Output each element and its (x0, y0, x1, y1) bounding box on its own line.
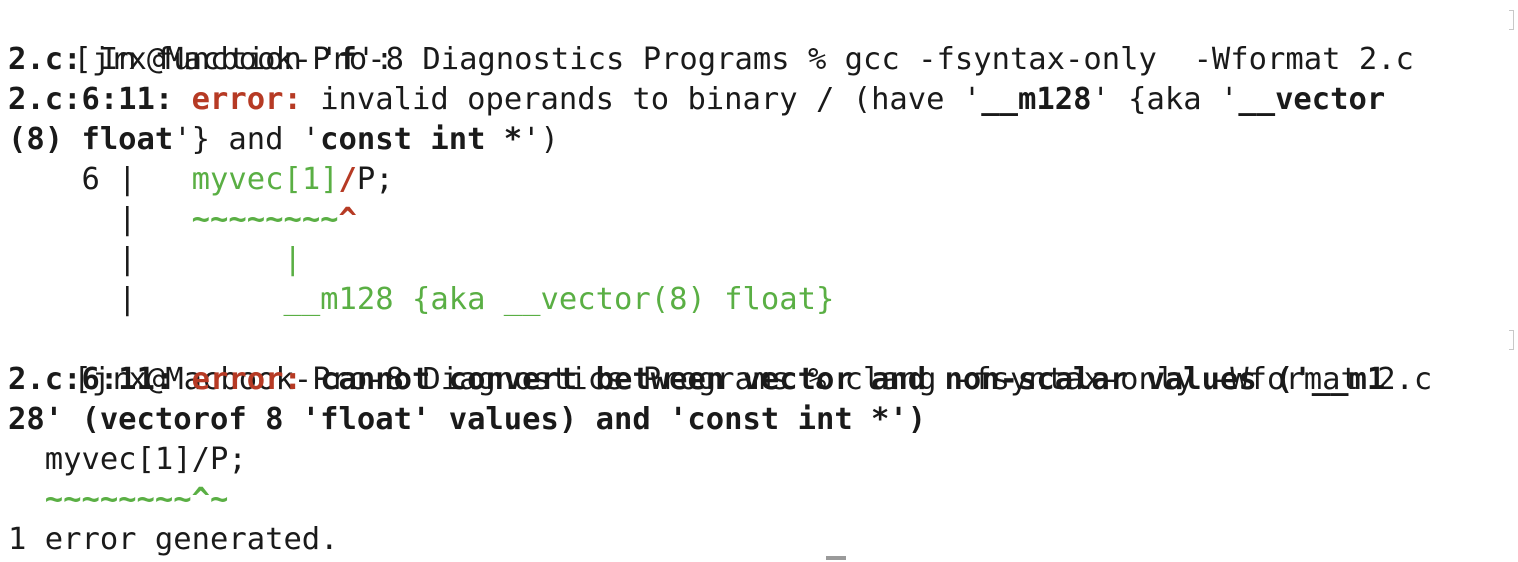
gcc-error-location: 2.c:6:11: (8, 82, 174, 117)
clang-caret-line: ~~~~~~~~^~ (8, 480, 229, 520)
gcc-label-line: | __m128 {aka __vector(8) float} (8, 280, 834, 320)
gcc-error-line: 2.c:6:11: error: invalid operands to bin… (8, 80, 1385, 120)
gcc-source-gutter: 6 | (8, 162, 192, 197)
gcc-caret-line: | ~~~~~~~~^ (8, 200, 357, 240)
gcc-function-name: f (338, 42, 357, 77)
terminal-window[interactable]: [jrx@Macbook-Pro-8 Diagnostics Programs … (0, 0, 1518, 562)
clang-caret-text: ~~~~~~~~^~ (8, 482, 229, 517)
gcc-error-cont-text-1: '} and ' (173, 122, 321, 157)
gcc-source-lhs: myvec[1] (191, 162, 339, 197)
clang-source-line: myvec[1]/P; (8, 440, 247, 480)
gcc-error-cont-text-2: ') (522, 122, 559, 157)
gcc-error-text-1: invalid operands to binary / (have ' (301, 82, 982, 117)
clang-error-cont-text: 28' (vectorof 8 'float' values) and 'con… (8, 402, 927, 437)
gcc-caret-gutter: | (8, 202, 192, 237)
cursor-icon (826, 556, 846, 560)
clang-error-line: 2.c:6:11: error: cannot convert between … (8, 360, 1385, 400)
clang-source-text: myvec[1]/P; (8, 442, 247, 477)
clang-error-keyword: error: (191, 362, 302, 397)
gcc-source-line: 6 | myvec[1]/P; (8, 160, 394, 200)
gcc-pipe-gutter: | (8, 242, 284, 277)
gcc-error-cont-type-2: const int * (320, 122, 523, 157)
gcc-error-text-2: ' {aka ' (1091, 82, 1239, 117)
gcc-command-line: [jrx@Macbook-Pro-8 Diagnostics Programs … (0, 0, 1413, 77)
line-marker-icon (1509, 10, 1514, 30)
gcc-pipe-line: | | (8, 240, 302, 280)
gcc-error-keyword: error: (191, 82, 302, 117)
clang-error-continuation-line: 28' (vectorof 8 'float' values) and 'con… (8, 400, 926, 440)
gcc-caret-mark: ^ (338, 202, 357, 237)
gcc-in-function-end: ': (356, 42, 394, 77)
gcc-caret-tildes: ~~~~~~~~ (191, 202, 339, 237)
gcc-source-rhs: P; (356, 162, 394, 197)
gcc-pipe-mark: | (283, 242, 302, 277)
gcc-error-continuation-line: (8) float'} and 'const int *') (8, 120, 559, 160)
gcc-error-type-2: __vector (1238, 82, 1386, 117)
line-marker-icon (1509, 330, 1514, 350)
clang-command-line: [jrx@Macbook-Pro-8 Diagnostics Programs … (0, 320, 1432, 397)
error-summary-text: 1 error generated. (8, 522, 339, 557)
gcc-label-gutter: | (8, 282, 284, 317)
gcc-type-label: __m128 {aka __vector(8) float} (283, 282, 835, 317)
clang-summary-line: 1 error generated. (8, 520, 339, 560)
clang-error-message: cannot convert between vector and non-sc… (301, 362, 1386, 397)
clang-error-location: 2.c:6:11: (8, 362, 174, 397)
gcc-source-operator: / (338, 162, 357, 197)
gcc-in-function-text: In function ' (81, 42, 339, 77)
gcc-in-function-line: 2.c: In function 'f': (8, 40, 394, 80)
gcc-error-type-1: __m128 (981, 82, 1092, 117)
gcc-file-label: 2.c: (8, 42, 82, 77)
gcc-error-cont-type-1: (8) float (8, 122, 174, 157)
